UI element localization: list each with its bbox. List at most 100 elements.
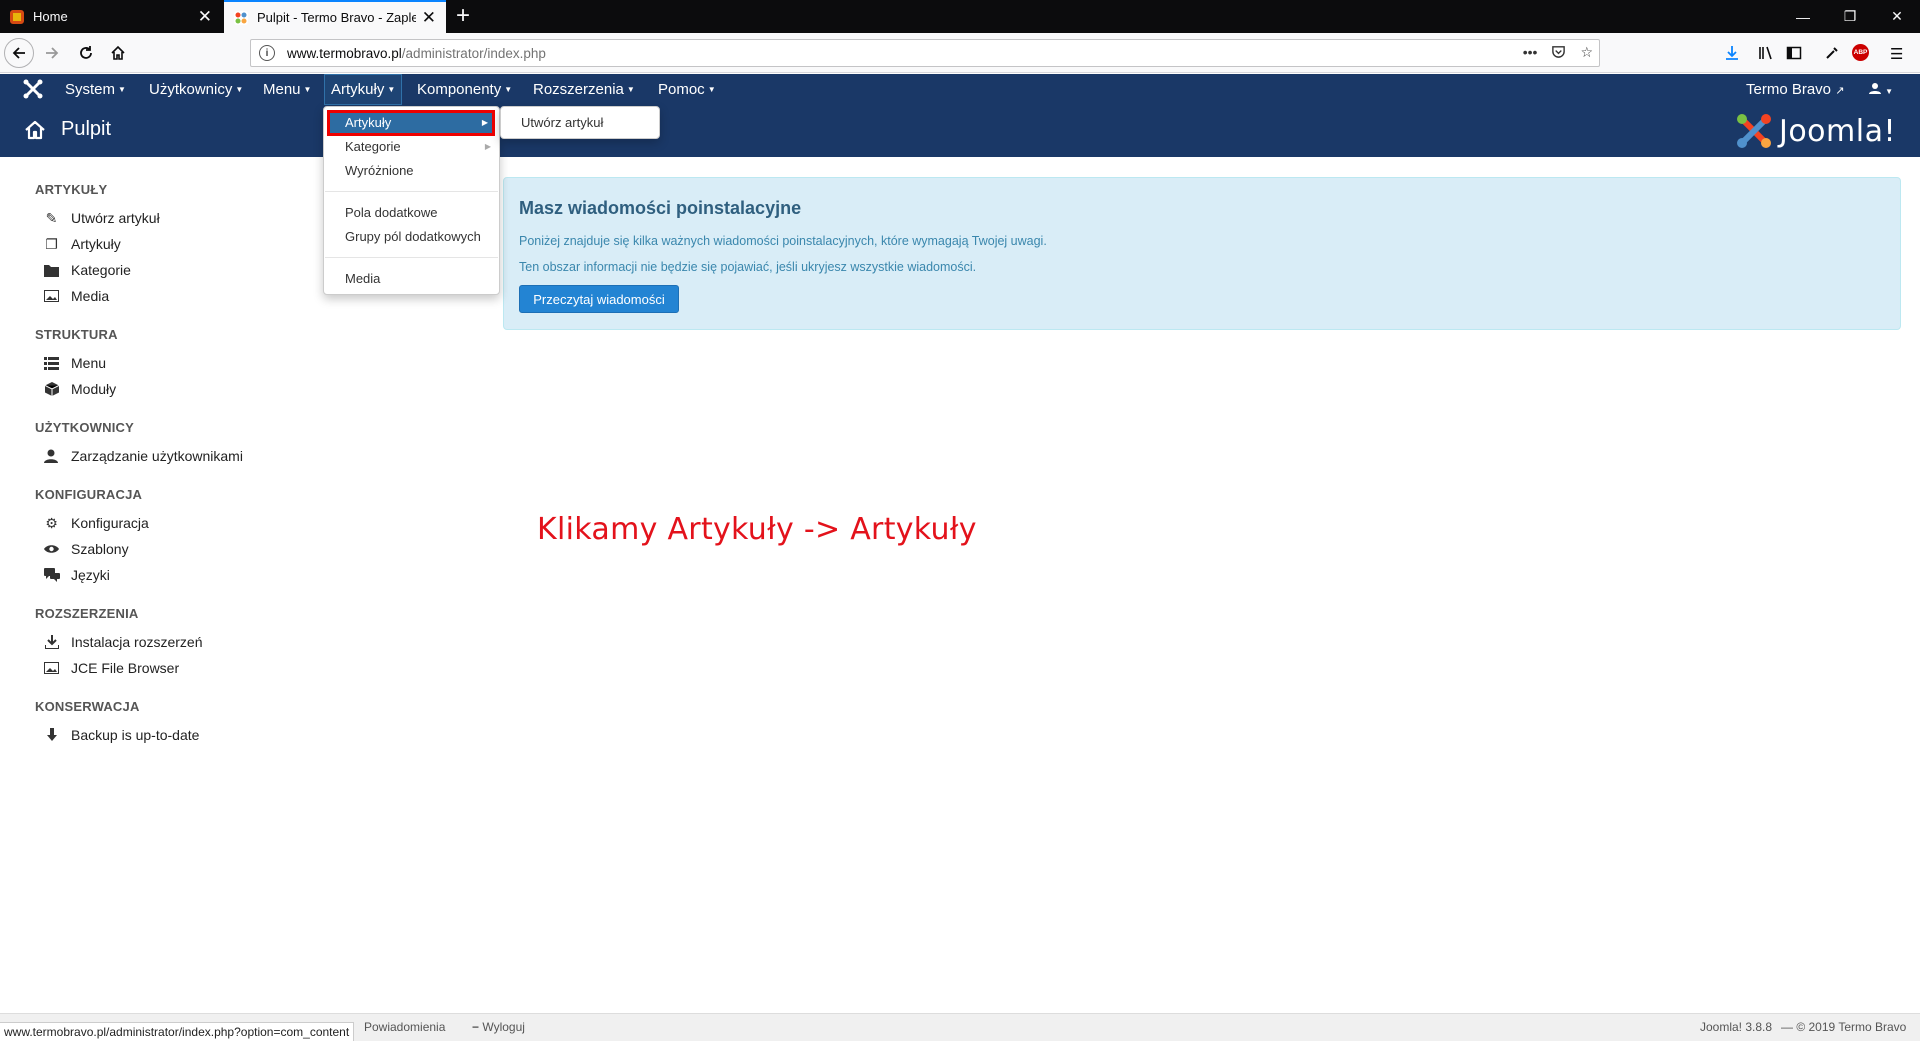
menu-components[interactable]: Komponenty ▼: [417, 74, 512, 105]
sidebar-heading-articles: ARTYKUŁY: [35, 182, 108, 197]
home-icon: [24, 119, 46, 141]
sidebar-item-templates[interactable]: Szablony: [43, 538, 129, 560]
minimize-icon[interactable]: —: [1780, 0, 1826, 33]
caret-down-icon: ▼: [504, 85, 513, 94]
menu-articles[interactable]: Artykuły ▼: [324, 74, 403, 105]
joomla-wordmark: Joomla!: [1778, 113, 1896, 149]
browser-tab-strip: Home ✕ Pulpit - Termo Bravo - Zaplecze ✕…: [0, 0, 1920, 33]
home-icon[interactable]: [104, 39, 132, 67]
status-url: www.termobravo.pl/administrator/index.ph…: [0, 1022, 355, 1041]
articles-submenu: Utwórz artykuł: [500, 106, 660, 139]
articles-dropdown-menu: Artykuły ▶ Kategorie ▶ Wyróżnione Pola dod…: [323, 106, 500, 295]
caret-down-icon: ▼: [235, 85, 244, 94]
tab-title: Home: [33, 9, 68, 24]
browser-tab-pulpit[interactable]: Pulpit - Termo Bravo - Zaplecze ✕: [224, 0, 446, 33]
sidebar-toggle-icon[interactable]: [1786, 45, 1802, 61]
footer-notifications[interactable]: Powiadomienia: [364, 1020, 445, 1034]
sidebar-item-categories[interactable]: Kategorie: [43, 259, 131, 281]
tutorial-annotation: Klikamy Artykuły -> Artykuły: [537, 512, 977, 547]
restore-icon[interactable]: ❐: [1827, 0, 1873, 33]
caret-right-icon: ▶: [484, 142, 491, 151]
joomla-brand-logo: Joomla!: [1735, 112, 1896, 150]
url-bar[interactable]: i www.termobravo.pl /administrator/index…: [250, 39, 1600, 67]
close-tab-icon[interactable]: ✕: [422, 9, 436, 26]
caret-down-icon: ▼: [118, 85, 126, 94]
backup-icon: [43, 727, 60, 744]
user-icon: [1869, 81, 1881, 98]
adblock-icon[interactable]: ABP: [1852, 44, 1869, 61]
back-icon[interactable]: [4, 38, 34, 68]
minus-icon: −: [472, 1020, 480, 1034]
menu-extensions[interactable]: Rozszerzenia ▼: [533, 74, 635, 105]
menu-users[interactable]: Użytkownicy ▼: [149, 74, 243, 105]
sidebar-heading-users: UŻYTKOWNICY: [35, 420, 134, 435]
library-icon[interactable]: [1758, 45, 1774, 61]
dropdown-item-field-groups[interactable]: Grupy pól dodatkowych: [324, 226, 499, 248]
tab-title: Pulpit - Termo Bravo - Zaplecze: [257, 10, 416, 25]
sidebar-item-jce-browser[interactable]: JCE File Browser: [43, 657, 179, 679]
reload-icon[interactable]: [72, 39, 100, 67]
page-actions-icon[interactable]: •••: [1523, 44, 1538, 62]
sidebar-item-articles[interactable]: ❐ Artykuły: [43, 233, 121, 255]
postinstall-message: Masz wiadomości poinstalacyjne Poniżej z…: [503, 177, 1901, 330]
sidebar-item-menu[interactable]: Menu: [43, 352, 106, 374]
sidebar-heading-configuration: KONFIGURACJA: [35, 487, 143, 502]
sidebar-item-install-extensions[interactable]: Instalacja rozszerzeń: [43, 631, 203, 653]
caret-down-icon: ▼: [1885, 87, 1894, 96]
sidebar-item-modules[interactable]: Moduły: [43, 378, 116, 400]
close-window-icon[interactable]: ✕: [1874, 0, 1920, 33]
image-icon: [43, 660, 60, 677]
site-info-icon[interactable]: i: [259, 45, 275, 61]
hamburger-menu-icon[interactable]: ☰: [1890, 45, 1903, 63]
downloads-icon[interactable]: [1724, 45, 1740, 61]
submenu-item-new-article[interactable]: Utwórz artykuł: [521, 112, 603, 134]
page-title: Pulpit: [61, 118, 112, 140]
joomla-logo-icon[interactable]: [22, 78, 44, 100]
comments-icon: [43, 567, 60, 584]
pocket-icon[interactable]: [1551, 44, 1566, 62]
external-link-icon: ↗: [1835, 85, 1845, 97]
menu-system[interactable]: System ▼: [65, 74, 126, 105]
status-footer: www.termobravo.pl/administrator/index.ph…: [0, 1013, 1920, 1041]
dropdown-item-featured[interactable]: Wyróżnione: [324, 160, 499, 182]
url-path: /administrator/index.php: [401, 45, 546, 61]
sidebar-item-backup[interactable]: Backup is up-to-date: [43, 724, 199, 746]
cube-icon: [43, 381, 60, 398]
close-tab-icon[interactable]: ✕: [198, 8, 212, 25]
sidebar-item-new-article[interactable]: ✎ Utwórz artykuł: [43, 207, 160, 229]
pencil-icon: ✎: [45, 209, 58, 226]
list-icon: [43, 355, 60, 372]
joomla-favicon-icon: [234, 10, 248, 25]
caret-right-icon: ▶: [481, 118, 488, 127]
dropdown-item-media[interactable]: Media: [324, 268, 499, 290]
footer-version: Joomla! 3.8.8: [1700, 1020, 1773, 1034]
menu-menus[interactable]: Menu ▼: [263, 74, 311, 105]
sidebar-item-media[interactable]: Media: [43, 285, 109, 307]
new-tab-button[interactable]: +: [456, 3, 470, 29]
sidebar-heading-maintenance: KONSERWACJA: [35, 699, 140, 714]
dropdown-item-fields[interactable]: Pola dodatkowe: [324, 202, 499, 224]
footer-logout[interactable]: − Wyloguj: [472, 1020, 525, 1034]
sidebar-item-user-manager[interactable]: Zarządzanie użytkownikami: [43, 445, 243, 467]
user-menu[interactable]: ▼: [1869, 74, 1893, 105]
sidebar-item-languages[interactable]: Języki: [43, 564, 110, 586]
message-line: Poniżej znajduje się kilka ważnych wiado…: [519, 234, 1047, 248]
admin-menubar: System ▼ Użytkownicy ▼ Menu ▼ Artykuły ▼ Kom…: [0, 74, 1920, 105]
sidebar-item-global-config[interactable]: ⚙ Konfiguracja: [43, 512, 149, 534]
forward-icon[interactable]: [38, 39, 66, 67]
bookmark-star-icon[interactable]: ☆: [1580, 44, 1593, 62]
dropdown-item-articles[interactable]: Artykuły ▶: [327, 110, 495, 136]
browser-tab-home[interactable]: Home ✕: [0, 0, 222, 33]
dropdown-divider: [325, 191, 498, 192]
caret-down-icon: ▼: [707, 85, 716, 94]
joomla-logo-icon: [1736, 114, 1771, 148]
url-host: www.termobravo.pl: [287, 45, 402, 61]
dropdown-item-categories[interactable]: Kategorie ▶: [324, 136, 499, 158]
menu-help[interactable]: Pomoc ▼: [658, 74, 716, 105]
view-site-link[interactable]: Termo Bravo ↗: [1746, 74, 1844, 105]
caret-down-icon: ▼: [626, 85, 635, 94]
caret-down-icon: ▼: [387, 85, 396, 94]
read-messages-button[interactable]: Przeczytaj wiadomości: [519, 285, 679, 313]
eyedropper-icon[interactable]: [1824, 45, 1840, 61]
home-favicon-icon: [10, 9, 24, 24]
